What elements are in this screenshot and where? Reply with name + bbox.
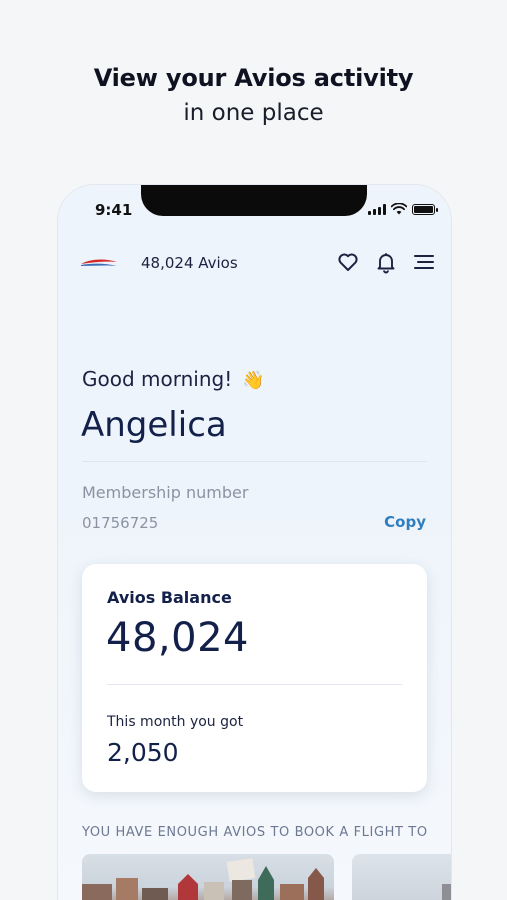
heart-icon[interactable] [336, 250, 360, 274]
status-icons [368, 203, 438, 215]
promo-subtitle: in one place [183, 100, 324, 126]
signal-icon [368, 203, 386, 215]
copy-button[interactable]: Copy [384, 513, 426, 531]
destination-photo [442, 884, 451, 900]
month-earned-label: This month you got [107, 714, 244, 730]
wifi-icon [391, 203, 407, 215]
balance-label: Avios Balance [107, 588, 232, 607]
menu-icon[interactable] [412, 250, 436, 274]
balance-value: 48,024 [106, 615, 249, 661]
waving-hand-icon: 👋 [242, 370, 265, 391]
ba-logo-icon[interactable] [80, 258, 118, 268]
destination-card[interactable] [82, 854, 334, 900]
header-avios-balance: 48,024 Avios [141, 254, 238, 272]
destination-card[interactable] [352, 854, 451, 900]
promo-headline: View your Avios activity in one place [0, 64, 507, 126]
phone-notch [141, 185, 367, 216]
divider [82, 461, 427, 462]
user-name: Angelica [81, 405, 227, 445]
greeting: Good morning! 👋 [82, 367, 265, 391]
avios-balance-card[interactable]: Avios Balance 48,024 This month you got … [82, 564, 427, 792]
battery-icon [412, 203, 438, 215]
bell-icon[interactable] [374, 250, 398, 274]
destinations-heading: YOU HAVE ENOUGH AVIOS TO BOOK A FLIGHT T… [82, 825, 428, 840]
membership-number: 01756725 [82, 514, 159, 532]
status-time: 9:41 [95, 201, 133, 219]
promo-title: View your Avios activity [93, 64, 414, 92]
greeting-text: Good morning! [82, 367, 233, 391]
membership-label: Membership number [82, 483, 249, 502]
card-divider [107, 684, 402, 685]
destination-photo [82, 858, 324, 900]
app-header: 48,024 Avios [58, 247, 451, 277]
phone-screen: 9:41 48,024 Avios Good morning! 👋 Angeli… [58, 185, 451, 900]
month-earned-value: 2,050 [107, 738, 179, 767]
